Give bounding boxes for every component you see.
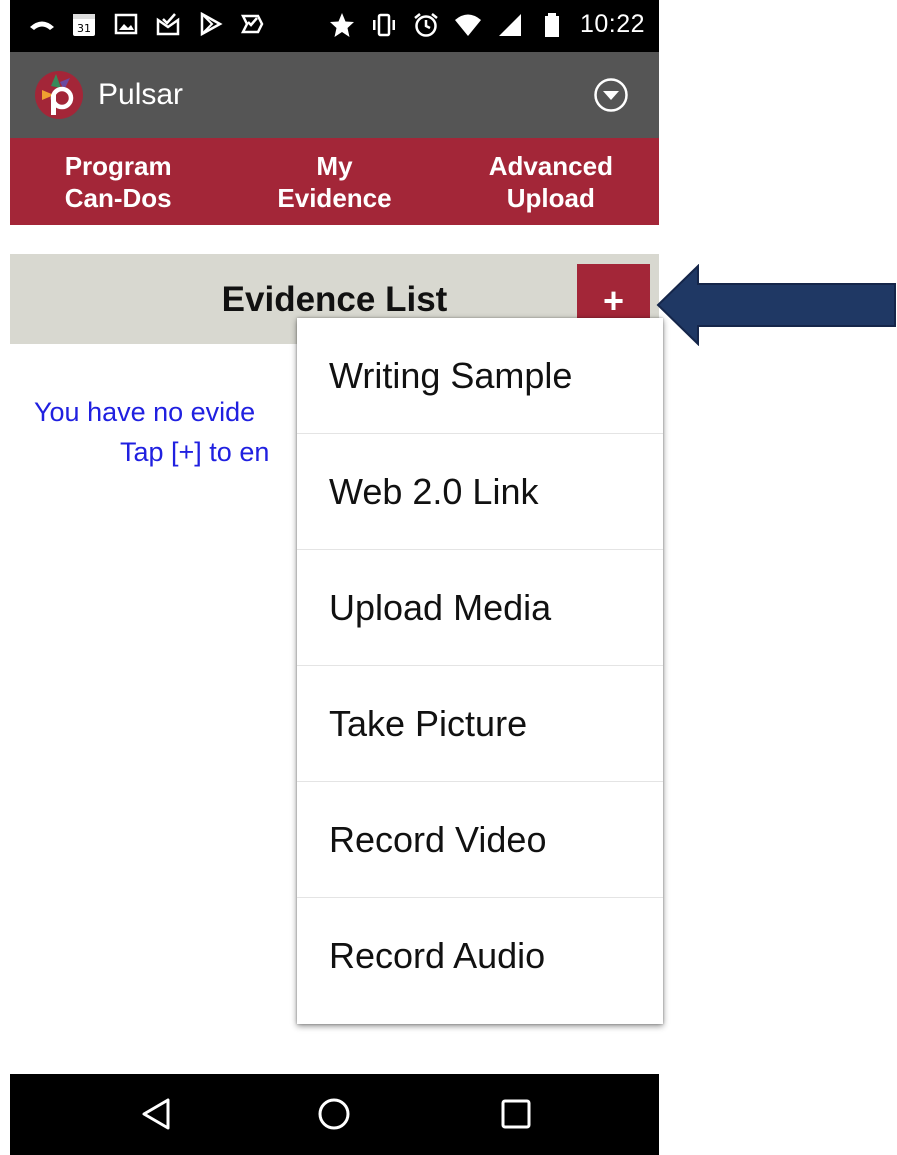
menu-item-record-video[interactable]: Record Video [297, 782, 663, 898]
pointer-arrow-icon [656, 264, 896, 346]
tab-label-line1: Advanced [488, 151, 613, 181]
menu-item-record-audio[interactable]: Record Audio [297, 898, 663, 1014]
app-title: Pulsar [98, 78, 184, 111]
navigation-bar [10, 1074, 659, 1155]
battery-icon [538, 11, 566, 39]
pulsar-logo-icon [35, 71, 83, 119]
recents-icon[interactable] [496, 1094, 536, 1134]
tab-bar: Program Can-Dos My Evidence Advanced Upl… [10, 138, 659, 225]
empty-message: You have no evide Tap [+] to en [34, 392, 269, 472]
star-icon [328, 11, 356, 39]
menu-item-upload-media[interactable]: Upload Media [297, 550, 663, 666]
tab-label-line1: My [316, 151, 353, 181]
missed-call-icon [28, 10, 56, 38]
add-evidence-button[interactable]: + [577, 264, 650, 324]
tab-program-can-dos[interactable]: Program Can-Dos [10, 138, 226, 225]
calendar-icon: 31 [70, 10, 98, 38]
tab-label-line2: Can-Dos [64, 183, 172, 213]
tab-label-line2: Evidence [277, 183, 392, 213]
alarm-icon [412, 11, 440, 39]
empty-message-line1: You have no evide [34, 397, 256, 427]
menu-item-writing-sample[interactable]: Writing Sample [297, 318, 663, 434]
home-icon[interactable] [314, 1094, 354, 1134]
status-bar: 31 10:22 [10, 0, 659, 52]
wifi-icon [454, 11, 482, 39]
tab-advanced-upload[interactable]: Advanced Upload [443, 138, 659, 225]
task-icon [238, 10, 266, 38]
add-evidence-menu: Writing Sample Web 2.0 Link Upload Media… [297, 318, 663, 1024]
tab-my-evidence[interactable]: My Evidence [226, 138, 442, 225]
mail-check-icon [154, 10, 182, 38]
chevron-down-circle-icon[interactable] [593, 77, 629, 113]
play-store-icon [196, 10, 224, 38]
tab-label-line1: Program [64, 151, 172, 181]
menu-item-take-picture[interactable]: Take Picture [297, 666, 663, 782]
empty-message-line2: Tap [+] to en [120, 437, 270, 467]
status-time: 10:22 [579, 10, 645, 38]
vibrate-icon [370, 11, 398, 39]
page-title: Evidence List [221, 280, 448, 319]
image-icon [112, 10, 140, 38]
app-bar: Pulsar [10, 52, 659, 138]
menu-item-web-link[interactable]: Web 2.0 Link [297, 434, 663, 550]
svg-text:31: 31 [77, 22, 91, 35]
signal-icon [496, 11, 524, 39]
tab-label-line2: Upload [506, 183, 595, 213]
back-icon[interactable] [138, 1094, 178, 1134]
phone-screen: 31 10:22 Pulsar Program Can-Dos My Evide… [10, 0, 663, 1155]
